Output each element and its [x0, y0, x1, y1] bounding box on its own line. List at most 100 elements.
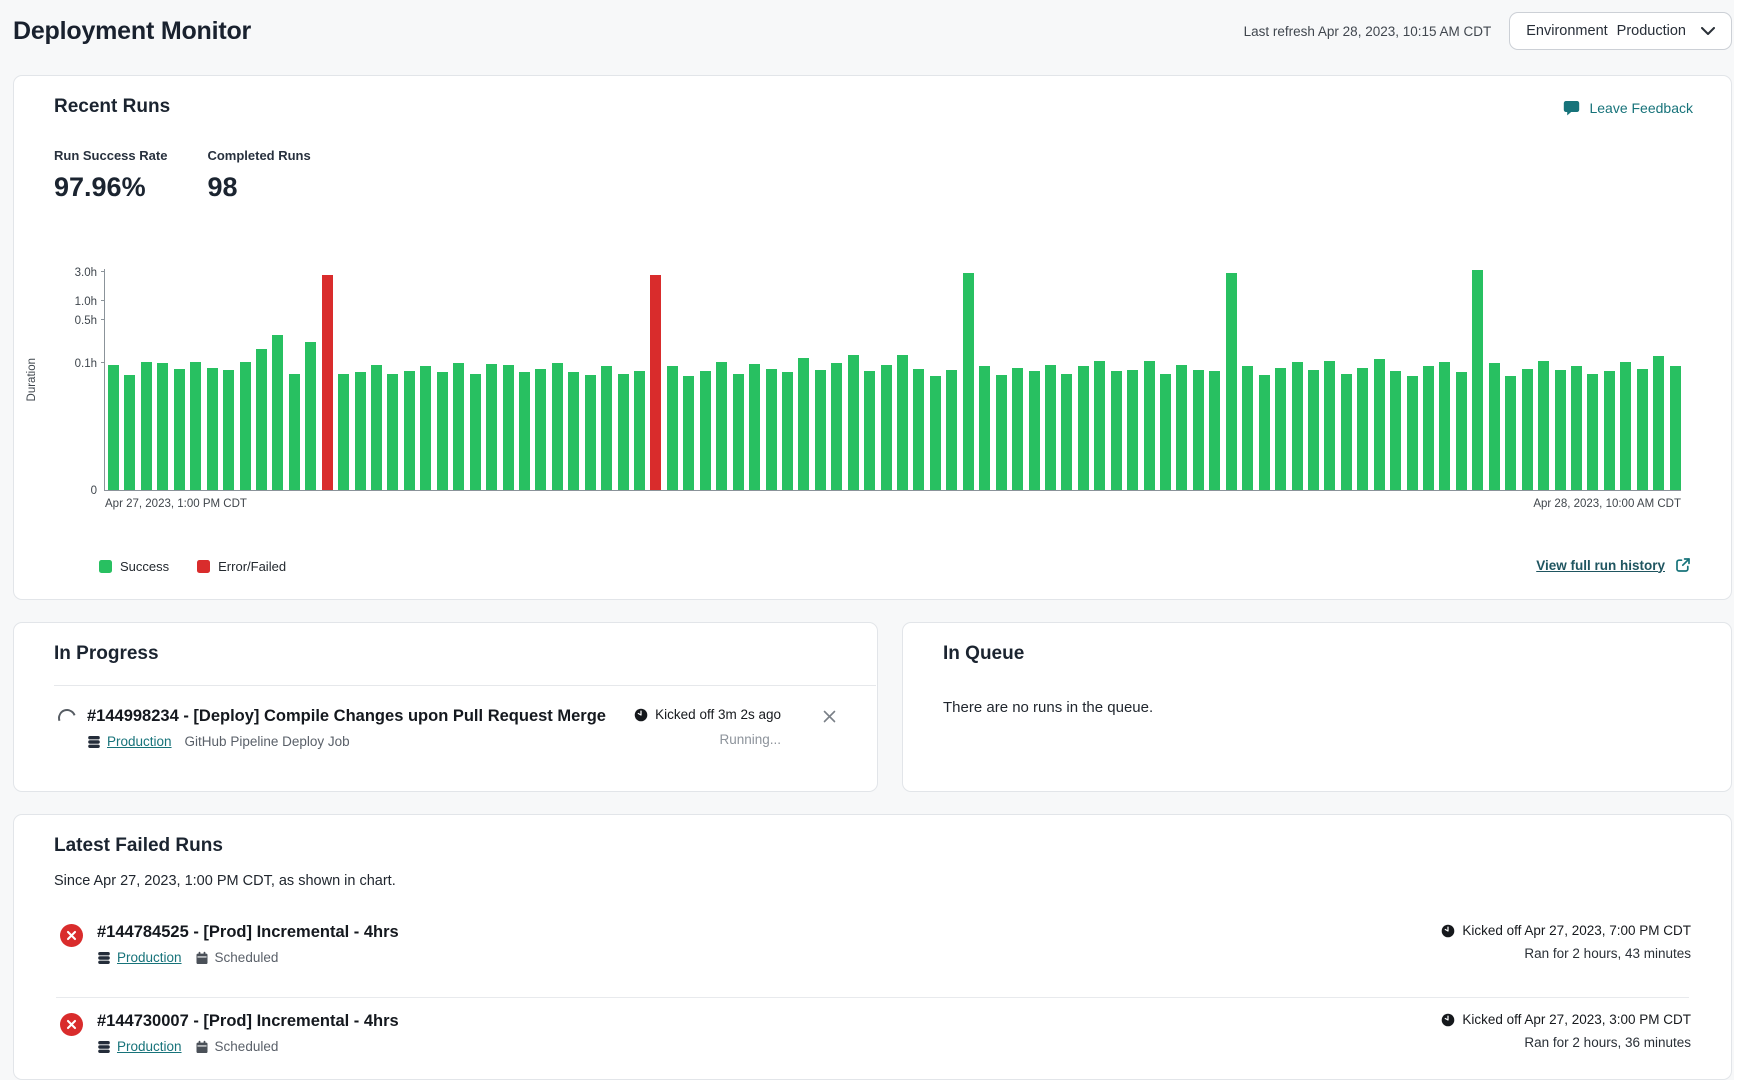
- chart-bar[interactable]: [1538, 361, 1549, 490]
- chart-bar[interactable]: [1292, 362, 1303, 490]
- chart-bar[interactable]: [897, 355, 908, 490]
- chart-bar[interactable]: [1029, 371, 1040, 490]
- chart-bar[interactable]: [124, 375, 135, 490]
- chart-bar[interactable]: [1275, 368, 1286, 490]
- chart-bar[interactable]: [848, 355, 859, 490]
- chart-bar[interactable]: [634, 371, 645, 490]
- chart-bar[interactable]: [141, 362, 152, 490]
- chart-bar[interactable]: [1226, 273, 1237, 490]
- chart-bar[interactable]: [1308, 370, 1319, 490]
- chart-bar[interactable]: [1653, 356, 1664, 490]
- chart-bar[interactable]: [519, 372, 530, 490]
- chart-bar[interactable]: [1670, 366, 1681, 490]
- chart-bar[interactable]: [1324, 361, 1335, 490]
- view-history-link[interactable]: View full run history: [1536, 558, 1665, 573]
- chart-bar[interactable]: [1111, 371, 1122, 490]
- chart-bar[interactable]: [1637, 369, 1648, 490]
- chart-bar[interactable]: [1472, 270, 1483, 490]
- chart-bar[interactable]: [338, 374, 349, 490]
- chart-bar[interactable]: [996, 375, 1007, 490]
- chart-bar[interactable]: [1193, 370, 1204, 490]
- chart-bar[interactable]: [1176, 365, 1187, 490]
- environment-dropdown[interactable]: Environment Production: [1509, 12, 1732, 50]
- chart-bar[interactable]: [667, 366, 678, 490]
- x-icon[interactable]: [822, 709, 837, 724]
- chart-bar[interactable]: [1407, 376, 1418, 490]
- chart-bar[interactable]: [223, 370, 234, 490]
- chart-bar[interactable]: [470, 374, 481, 490]
- chart-bar[interactable]: [766, 369, 777, 490]
- chart-bar[interactable]: [930, 376, 941, 490]
- chart-bar[interactable]: [256, 349, 267, 490]
- chart-bar[interactable]: [1390, 371, 1401, 490]
- chart-bar[interactable]: [387, 374, 398, 490]
- chart-bar[interactable]: [289, 374, 300, 490]
- chart-bar[interactable]: [1242, 366, 1253, 490]
- chart-bar[interactable]: [568, 372, 579, 490]
- chart-bar[interactable]: [683, 376, 694, 490]
- chart-bar[interactable]: [207, 368, 218, 490]
- environment-link[interactable]: Production: [107, 734, 172, 749]
- environment-link[interactable]: Production: [117, 950, 182, 965]
- chart-bar[interactable]: [979, 366, 990, 490]
- chart-bar[interactable]: [371, 365, 382, 490]
- chart-bar[interactable]: [1587, 374, 1598, 490]
- chart-bar[interactable]: [1357, 368, 1368, 490]
- chart-bar[interactable]: [1439, 362, 1450, 490]
- vertical-scrollbar-track[interactable]: [1734, 0, 1745, 1092]
- chart-bar[interactable]: [1456, 372, 1467, 490]
- chart-bar[interactable]: [618, 374, 629, 490]
- chart-bar[interactable]: [240, 362, 251, 490]
- chart-bar[interactable]: [650, 275, 661, 490]
- chart-bar[interactable]: [1571, 366, 1582, 490]
- chart-bar[interactable]: [503, 365, 514, 490]
- chart-bar[interactable]: [831, 363, 842, 490]
- chart-bar[interactable]: [815, 370, 826, 490]
- chart-bar[interactable]: [305, 342, 316, 490]
- chart-bar[interactable]: [1555, 370, 1566, 490]
- chart-bar[interactable]: [913, 369, 924, 490]
- chart-bar[interactable]: [174, 369, 185, 490]
- chart-bar[interactable]: [1144, 361, 1155, 490]
- chart-bar[interactable]: [1374, 359, 1385, 490]
- chart-bar[interactable]: [1522, 369, 1533, 490]
- horizontal-scrollbar-track[interactable]: [0, 1080, 1734, 1092]
- leave-feedback-link[interactable]: Leave Feedback: [1563, 100, 1693, 116]
- chart-bar[interactable]: [1012, 368, 1023, 490]
- chart-bar[interactable]: [1209, 371, 1220, 490]
- chart-bar[interactable]: [190, 362, 201, 490]
- chart-bar[interactable]: [1604, 371, 1615, 490]
- chart-bar[interactable]: [1505, 376, 1516, 490]
- chart-bar[interactable]: [601, 366, 612, 490]
- chart-bar[interactable]: [486, 364, 497, 490]
- view-history[interactable]: View full run history: [1536, 557, 1691, 573]
- chart-bar[interactable]: [716, 362, 727, 490]
- chart-bar[interactable]: [157, 363, 168, 490]
- chart-bar[interactable]: [1061, 374, 1072, 490]
- chart-bar[interactable]: [782, 372, 793, 490]
- chart-bar[interactable]: [1489, 363, 1500, 490]
- environment-link[interactable]: Production: [117, 1039, 182, 1054]
- chart-bar[interactable]: [437, 372, 448, 490]
- chart-bar[interactable]: [272, 335, 283, 490]
- chart-bar[interactable]: [552, 363, 563, 490]
- chart-bar[interactable]: [1341, 374, 1352, 490]
- chart-bar[interactable]: [108, 365, 119, 490]
- chart-bar[interactable]: [355, 372, 366, 490]
- chart-bar[interactable]: [1078, 366, 1089, 490]
- chart-bar[interactable]: [322, 275, 333, 490]
- chart-bar[interactable]: [453, 363, 464, 490]
- chart-bar[interactable]: [404, 371, 415, 490]
- chart-bar[interactable]: [1259, 375, 1270, 490]
- chart-bar[interactable]: [1127, 370, 1138, 490]
- chart-bar[interactable]: [585, 375, 596, 490]
- chart-bar[interactable]: [864, 371, 875, 490]
- chart-bar[interactable]: [1045, 365, 1056, 490]
- chart-bar[interactable]: [946, 370, 957, 490]
- chart-bar[interactable]: [963, 273, 974, 491]
- chart-bar[interactable]: [535, 369, 546, 490]
- chart-bar[interactable]: [420, 366, 431, 490]
- chart-bar[interactable]: [1423, 366, 1434, 490]
- chart-bar[interactable]: [1094, 361, 1105, 490]
- chart-bar[interactable]: [798, 358, 809, 490]
